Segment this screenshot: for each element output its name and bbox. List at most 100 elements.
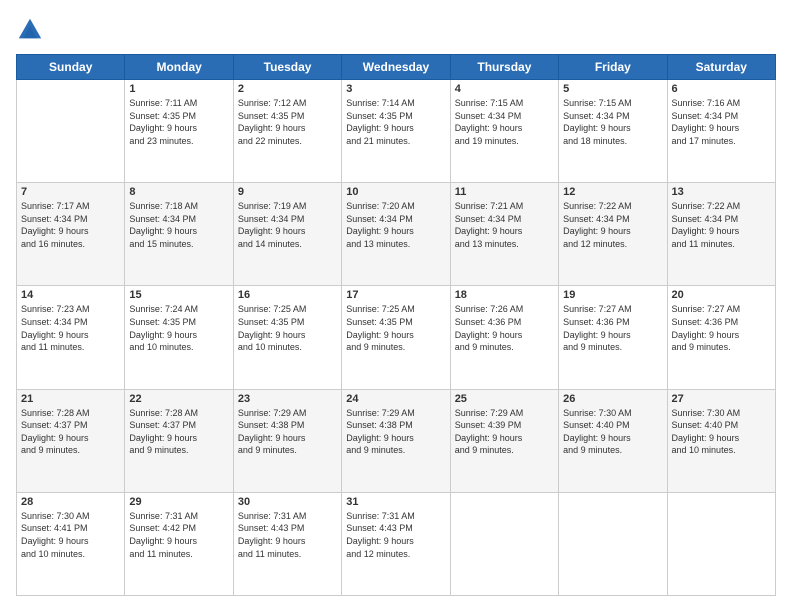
- day-info: Sunrise: 7:20 AMSunset: 4:34 PMDaylight:…: [346, 200, 445, 250]
- header: [16, 16, 776, 44]
- day-info: Sunrise: 7:23 AMSunset: 4:34 PMDaylight:…: [21, 303, 120, 353]
- day-number: 29: [129, 496, 228, 508]
- day-info: Sunrise: 7:31 AMSunset: 4:43 PMDaylight:…: [346, 510, 445, 560]
- day-info: Sunrise: 7:22 AMSunset: 4:34 PMDaylight:…: [563, 200, 662, 250]
- calendar-cell: [450, 492, 558, 595]
- calendar-day-header: Wednesday: [342, 55, 450, 80]
- calendar-cell: 5 Sunrise: 7:15 AMSunset: 4:34 PMDaylight…: [559, 80, 667, 183]
- calendar-cell: 27 Sunrise: 7:30 AMSunset: 4:40 PMDayligh…: [667, 389, 775, 492]
- day-info: Sunrise: 7:25 AMSunset: 4:35 PMDaylight:…: [238, 303, 337, 353]
- logo-icon: [16, 16, 44, 44]
- day-number: 1: [129, 83, 228, 95]
- day-number: 7: [21, 186, 120, 198]
- calendar-day-header: Thursday: [450, 55, 558, 80]
- calendar-cell: 21Sunrise: 7:28 AMSunset: 4:37 PMDayligh…: [17, 389, 125, 492]
- day-info: Sunrise: 7:27 AMSunset: 4:36 PMDaylight:…: [672, 303, 771, 353]
- day-number: 19: [563, 289, 662, 301]
- day-number: 14: [21, 289, 120, 301]
- calendar-cell: 15 Sunrise: 7:24 AMSunset: 4:35 PMDayligh…: [125, 286, 233, 389]
- day-info: Sunrise: 7:29 AMSunset: 4:39 PMDaylight:…: [455, 407, 554, 457]
- day-info: Sunrise: 7:22 AMSunset: 4:34 PMDaylight:…: [672, 200, 771, 250]
- calendar-cell: [559, 492, 667, 595]
- day-info: Sunrise: 7:28 AMSunset: 4:37 PMDaylight:…: [21, 407, 120, 457]
- day-info: Sunrise: 7:28 AMSunset: 4:37 PMDaylight:…: [129, 407, 228, 457]
- day-info: Sunrise: 7:24 AMSunset: 4:35 PMDaylight:…: [129, 303, 228, 353]
- calendar-header-row: SundayMondayTuesdayWednesdayThursdayFrid…: [17, 55, 776, 80]
- calendar-cell: 25 Sunrise: 7:29 AMSunset: 4:39 PMDayligh…: [450, 389, 558, 492]
- day-number: 4: [455, 83, 554, 95]
- day-number: 6: [672, 83, 771, 95]
- page: SundayMondayTuesdayWednesdayThursdayFrid…: [0, 0, 792, 612]
- day-info: Sunrise: 7:15 AMSunset: 4:34 PMDaylight:…: [455, 97, 554, 147]
- calendar-day-header: Saturday: [667, 55, 775, 80]
- day-number: 12: [563, 186, 662, 198]
- day-number: 10: [346, 186, 445, 198]
- calendar-cell: 1 Sunrise: 7:11 AMSunset: 4:35 PMDaylight…: [125, 80, 233, 183]
- day-number: 24: [346, 393, 445, 405]
- day-number: 9: [238, 186, 337, 198]
- calendar-week-row: 7Sunrise: 7:17 AMSunset: 4:34 PMDaylight…: [17, 183, 776, 286]
- calendar-day-header: Friday: [559, 55, 667, 80]
- day-info: Sunrise: 7:31 AMSunset: 4:42 PMDaylight:…: [129, 510, 228, 560]
- day-number: 27: [672, 393, 771, 405]
- day-number: 16: [238, 289, 337, 301]
- day-info: Sunrise: 7:27 AMSunset: 4:36 PMDaylight:…: [563, 303, 662, 353]
- day-number: 17: [346, 289, 445, 301]
- calendar-cell: 22 Sunrise: 7:28 AMSunset: 4:37 PMDayligh…: [125, 389, 233, 492]
- calendar-cell: 13 Sunrise: 7:22 AMSunset: 4:34 PMDayligh…: [667, 183, 775, 286]
- calendar-cell: 14 Sunrise: 7:23 AMSunset: 4:34 PMDayligh…: [17, 286, 125, 389]
- day-info: Sunrise: 7:15 AMSunset: 4:34 PMDaylight:…: [563, 97, 662, 147]
- calendar-day-header: Monday: [125, 55, 233, 80]
- day-number: 20: [672, 289, 771, 301]
- calendar-cell: 18 Sunrise: 7:26 AMSunset: 4:36 PMDayligh…: [450, 286, 558, 389]
- day-number: 26: [563, 393, 662, 405]
- calendar-cell: [667, 492, 775, 595]
- day-number: 23: [238, 393, 337, 405]
- calendar-table: SundayMondayTuesdayWednesdayThursdayFrid…: [16, 54, 776, 596]
- calendar-cell: [17, 80, 125, 183]
- calendar-cell: 11Sunrise: 7:21 AMSunset: 4:34 PMDayligh…: [450, 183, 558, 286]
- day-number: 30: [238, 496, 337, 508]
- calendar-cell: 6 Sunrise: 7:16 AMSunset: 4:34 PMDaylight…: [667, 80, 775, 183]
- calendar-cell: 8Sunrise: 7:18 AMSunset: 4:34 PMDaylight…: [125, 183, 233, 286]
- day-info: Sunrise: 7:25 AMSunset: 4:35 PMDaylight:…: [346, 303, 445, 353]
- calendar-cell: 16 Sunrise: 7:25 AMSunset: 4:35 PMDayligh…: [233, 286, 341, 389]
- day-number: 18: [455, 289, 554, 301]
- calendar-day-header: Tuesday: [233, 55, 341, 80]
- day-number: 25: [455, 393, 554, 405]
- calendar-cell: 24Sunrise: 7:29 AMSunset: 4:38 PMDayligh…: [342, 389, 450, 492]
- calendar-cell: 28 Sunrise: 7:30 AMSunset: 4:41 PMDayligh…: [17, 492, 125, 595]
- day-info: Sunrise: 7:30 AMSunset: 4:41 PMDaylight:…: [21, 510, 120, 560]
- logo: [16, 16, 48, 44]
- calendar-cell: 9 Sunrise: 7:19 AMSunset: 4:34 PMDaylight…: [233, 183, 341, 286]
- day-info: Sunrise: 7:31 AMSunset: 4:43 PMDaylight:…: [238, 510, 337, 560]
- day-number: 3: [346, 83, 445, 95]
- calendar-week-row: 21Sunrise: 7:28 AMSunset: 4:37 PMDayligh…: [17, 389, 776, 492]
- day-info: Sunrise: 7:30 AMSunset: 4:40 PMDaylight:…: [563, 407, 662, 457]
- calendar-cell: 30 Sunrise: 7:31 AMSunset: 4:43 PMDayligh…: [233, 492, 341, 595]
- day-number: 11: [455, 186, 554, 198]
- calendar-cell: 3 Sunrise: 7:14 AMSunset: 4:35 PMDaylight…: [342, 80, 450, 183]
- day-info: Sunrise: 7:30 AMSunset: 4:40 PMDaylight:…: [672, 407, 771, 457]
- day-number: 5: [563, 83, 662, 95]
- calendar-cell: 31Sunrise: 7:31 AMSunset: 4:43 PMDayligh…: [342, 492, 450, 595]
- day-info: Sunrise: 7:29 AMSunset: 4:38 PMDaylight:…: [238, 407, 337, 457]
- calendar-cell: 20 Sunrise: 7:27 AMSunset: 4:36 PMDayligh…: [667, 286, 775, 389]
- calendar-week-row: 14 Sunrise: 7:23 AMSunset: 4:34 PMDayligh…: [17, 286, 776, 389]
- day-info: Sunrise: 7:19 AMSunset: 4:34 PMDaylight:…: [238, 200, 337, 250]
- calendar-cell: 23 Sunrise: 7:29 AMSunset: 4:38 PMDayligh…: [233, 389, 341, 492]
- calendar-cell: 26 Sunrise: 7:30 AMSunset: 4:40 PMDayligh…: [559, 389, 667, 492]
- day-info: Sunrise: 7:14 AMSunset: 4:35 PMDaylight:…: [346, 97, 445, 147]
- day-info: Sunrise: 7:26 AMSunset: 4:36 PMDaylight:…: [455, 303, 554, 353]
- day-number: 28: [21, 496, 120, 508]
- calendar-week-row: 1 Sunrise: 7:11 AMSunset: 4:35 PMDaylight…: [17, 80, 776, 183]
- calendar-week-row: 28 Sunrise: 7:30 AMSunset: 4:41 PMDayligh…: [17, 492, 776, 595]
- day-number: 22: [129, 393, 228, 405]
- day-info: Sunrise: 7:11 AMSunset: 4:35 PMDaylight:…: [129, 97, 228, 147]
- calendar-cell: 10 Sunrise: 7:20 AMSunset: 4:34 PMDayligh…: [342, 183, 450, 286]
- day-number: 13: [672, 186, 771, 198]
- day-info: Sunrise: 7:16 AMSunset: 4:34 PMDaylight:…: [672, 97, 771, 147]
- day-number: 15: [129, 289, 228, 301]
- day-number: 2: [238, 83, 337, 95]
- calendar-cell: 7Sunrise: 7:17 AMSunset: 4:34 PMDaylight…: [17, 183, 125, 286]
